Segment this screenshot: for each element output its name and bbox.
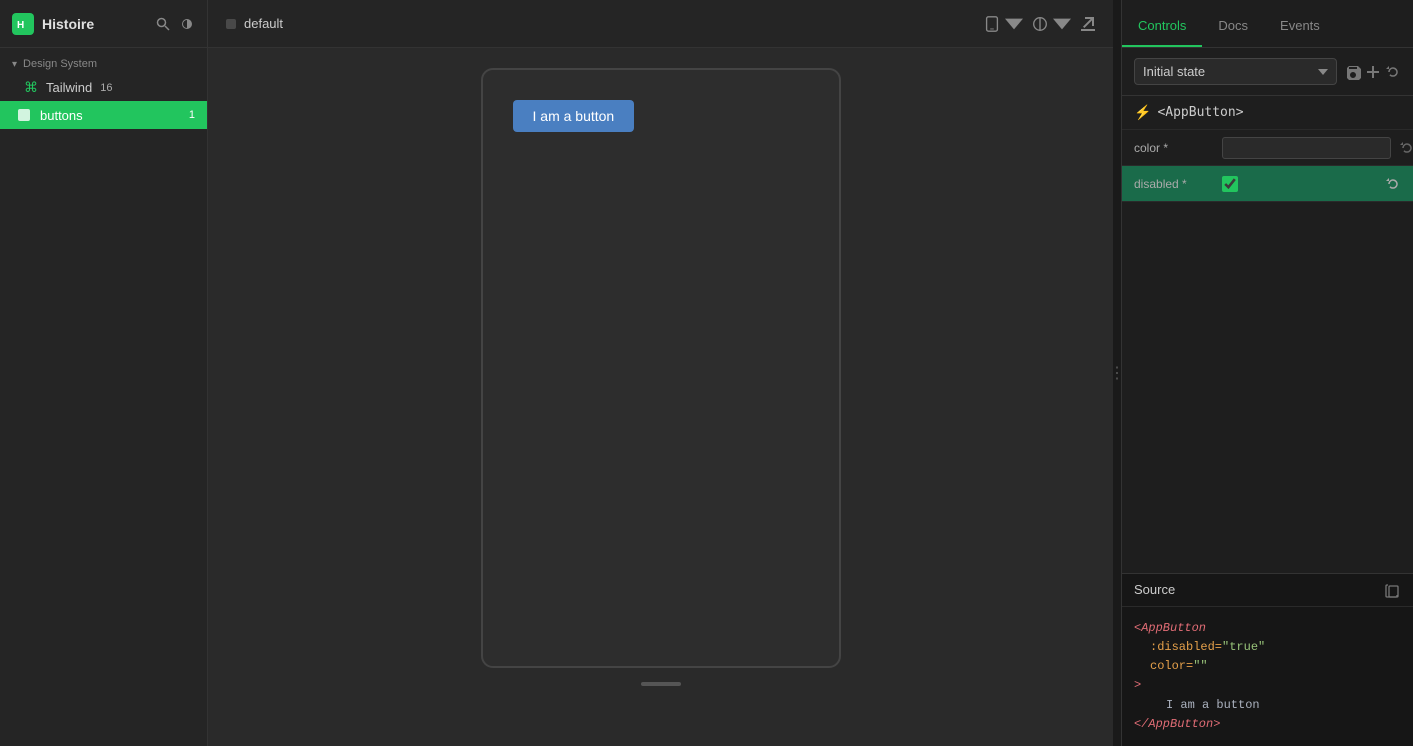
prop-reset-color-icon[interactable] xyxy=(1399,140,1413,156)
theme-chevron-icon xyxy=(1053,15,1071,33)
source-label: Source xyxy=(1134,582,1175,597)
default-tab[interactable]: default xyxy=(224,16,283,31)
design-system-label: Design System xyxy=(23,58,97,70)
search-icon[interactable] xyxy=(155,16,171,32)
svg-text:H: H xyxy=(17,20,24,31)
theme-toggle-icon[interactable] xyxy=(179,16,195,32)
prop-label-disabled: disabled * xyxy=(1134,177,1214,191)
state-selector[interactable]: Initial state xyxy=(1134,58,1337,85)
buttons-badge: 1 xyxy=(189,109,195,121)
right-panel: Controls Docs Events Initial state xyxy=(1121,0,1413,746)
tab-icon xyxy=(224,17,238,31)
prop-row-disabled: disabled * xyxy=(1122,166,1413,202)
prop-row-color: color * xyxy=(1122,130,1413,166)
tab-docs[interactable]: Docs xyxy=(1202,6,1264,47)
source-header: Source xyxy=(1122,574,1413,607)
tab-label: default xyxy=(244,16,283,31)
source-section: Source <AppButton :disabled="true" color… xyxy=(1122,573,1413,746)
prop-reset-disabled-icon[interactable] xyxy=(1385,176,1401,192)
controls-section: Initial state ⚡ <AppButton> xyxy=(1122,48,1413,573)
device-inner: I am a button xyxy=(503,90,819,646)
prop-checkbox-disabled[interactable] xyxy=(1222,176,1238,192)
buttons-icon xyxy=(16,107,32,123)
app-title: Histoire xyxy=(42,16,94,32)
prop-list: color * disabled * xyxy=(1122,130,1413,573)
resize-handle[interactable] xyxy=(1113,0,1121,746)
reset-state-icon[interactable] xyxy=(1385,64,1401,80)
section-chevron: ▾ xyxy=(12,59,17,70)
toolbar-right xyxy=(983,15,1097,33)
sidebar-item-buttons[interactable]: buttons 1 xyxy=(0,101,207,129)
state-selector-row: Initial state xyxy=(1122,48,1413,96)
theme-icon xyxy=(1031,15,1049,33)
tailwind-badge: 16 xyxy=(100,82,112,94)
code-line-4: > xyxy=(1134,676,1401,695)
sidebar-header: H Histoire xyxy=(0,0,207,48)
tailwind-label: Tailwind xyxy=(46,80,92,95)
device-notch xyxy=(641,682,681,686)
code-line-6: </AppButton> xyxy=(1134,715,1401,734)
device-icon xyxy=(983,15,1001,33)
code-line-3: color="" xyxy=(1134,657,1401,676)
sidebar: H Histoire ▾ Design System ⌘ Tailwind 16… xyxy=(0,0,208,746)
tab-events[interactable]: Events xyxy=(1264,6,1336,47)
code-line-2: :disabled="true" xyxy=(1134,638,1401,657)
state-action-icons xyxy=(1345,64,1401,80)
preview-button[interactable]: I am a button xyxy=(513,100,635,132)
bolt-icon: ⚡ xyxy=(1134,104,1151,121)
tailwind-icon: ⌘ xyxy=(24,79,38,96)
canvas-area: I am a button xyxy=(208,48,1113,746)
copy-icon[interactable] xyxy=(1385,582,1401,598)
device-selector[interactable] xyxy=(983,15,1023,33)
prop-input-color[interactable] xyxy=(1222,137,1391,159)
prop-label-color: color * xyxy=(1134,141,1214,155)
code-line-5: I am a button xyxy=(1134,696,1401,715)
add-state-icon[interactable] xyxy=(1365,64,1381,80)
theme-selector[interactable] xyxy=(1031,15,1071,33)
sidebar-item-tailwind[interactable]: ⌘ Tailwind 16 xyxy=(0,74,207,101)
buttons-label: buttons xyxy=(40,108,83,123)
tab-controls[interactable]: Controls xyxy=(1122,6,1202,47)
header-icons xyxy=(155,16,195,32)
device-frame: I am a button xyxy=(481,68,841,668)
save-state-icon[interactable] xyxy=(1345,64,1361,80)
component-label-row: ⚡ <AppButton> xyxy=(1122,96,1413,130)
right-panel-tabs: Controls Docs Events xyxy=(1122,0,1413,48)
main-toolbar: default xyxy=(208,0,1113,48)
code-line-1: <AppButton xyxy=(1134,619,1401,638)
component-name: <AppButton> xyxy=(1157,105,1243,120)
external-link-icon[interactable] xyxy=(1079,15,1097,33)
app-logo: H xyxy=(12,13,34,35)
main-area: default xyxy=(208,0,1113,746)
source-code: <AppButton :disabled="true" color="" > I… xyxy=(1122,607,1413,746)
design-system-section[interactable]: ▾ Design System xyxy=(0,48,207,74)
device-chevron-icon xyxy=(1005,15,1023,33)
